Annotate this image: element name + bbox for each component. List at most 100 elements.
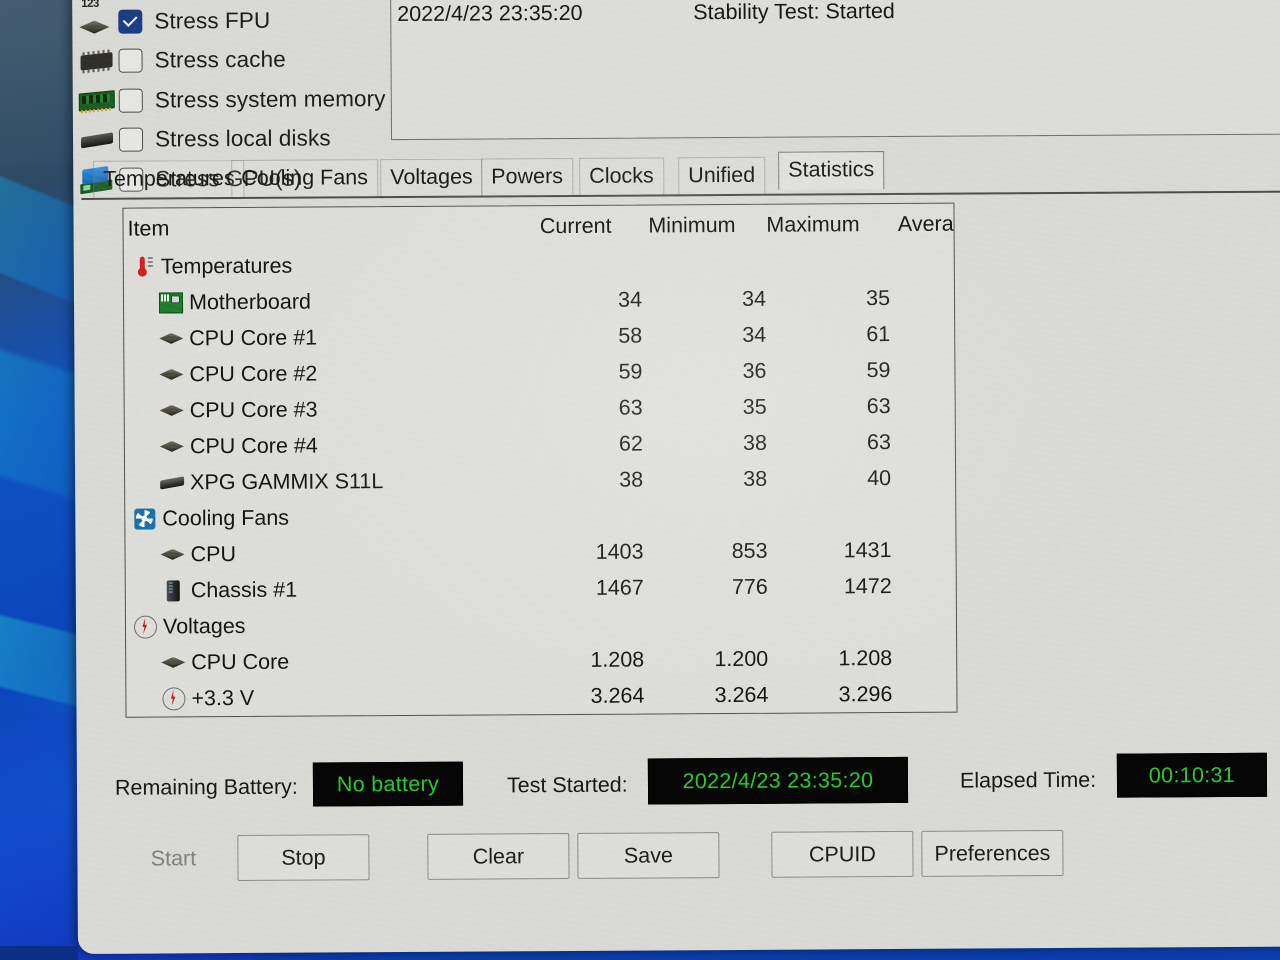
stop-button[interactable]: Stop: [237, 834, 370, 882]
table-item-label: Motherboard: [188, 289, 311, 314]
table-item-label: Voltages: [162, 613, 246, 638]
log-panel[interactable]: 2022/4/23 23:35:20 Stability Test: Start…: [390, 0, 1280, 141]
statistics-table[interactable]: Item Current Minimum Maximum Average Temperat…: [122, 202, 958, 718]
cpu-chip-icon: [159, 399, 185, 421]
preferences-button[interactable]: Preferences: [921, 829, 1064, 877]
cache-chip-icon: [74, 46, 118, 76]
tab-clocks[interactable]: Clocks: [579, 157, 664, 196]
voltage-icon: [132, 615, 158, 639]
table-cell-current: 63: [618, 395, 643, 420]
table-cell-maximum: 63: [866, 429, 891, 454]
table-item-label: CPU Core #4: [189, 433, 318, 458]
table-row[interactable]: CPU 1403 853 14311392: [125, 532, 955, 573]
chassis-icon: [160, 579, 186, 601]
tab-powers[interactable]: Powers: [481, 157, 574, 197]
cpu-die-icon: 123: [74, 0, 118, 36]
table-item-cell: XPG GAMMIX S11L: [129, 468, 519, 495]
stress-option-checkbox[interactable]: [118, 9, 143, 34]
table-cell-current: 3.264: [590, 683, 645, 708]
table-cell-current: 58: [618, 323, 643, 348]
table-row[interactable]: +3.3 V 3.264 3.264 3.2963.273: [126, 676, 958, 717]
table-row[interactable]: XPG GAMMIX S11L 38 38 4039.1: [125, 460, 955, 501]
table-cell-average: [862, 261, 958, 262]
voltage-icon: [160, 686, 186, 710]
column-header-maximum[interactable]: Maximum: [735, 212, 859, 238]
taskbar-edge: [0, 946, 78, 960]
table-item-label: CPU: [190, 541, 237, 566]
table-row[interactable]: Chassis #1 1467 776 14721434: [126, 568, 956, 609]
table-cell-minimum: 3.264: [714, 682, 769, 707]
table-cell-minimum: 34: [742, 322, 767, 347]
log-timestamp: 2022/4/23 23:35:20: [397, 0, 583, 27]
table-cell-minimum: [614, 263, 738, 264]
table-cell-average: 1434: [892, 573, 958, 599]
table-item-label: Cooling Fans: [162, 505, 290, 530]
tab-temperatures[interactable]: Temperatures: [93, 159, 245, 199]
table-row[interactable]: CPU Core #363356361.6: [125, 388, 955, 429]
cpu-chip-icon: [159, 543, 185, 565]
stress-option-row[interactable]: 123 Stress FPU: [74, 0, 404, 42]
table-cell-maximum: 1472: [843, 573, 892, 598]
table-cell-average: 39.1: [891, 465, 958, 491]
stress-option-label: Stress system memory: [154, 85, 386, 113]
log-entry: 2022/4/23 23:35:20 Stability Test: Start…: [391, 0, 1280, 27]
table-row[interactable]: CPU Core1.2081.2001.2081.208: [126, 640, 958, 681]
table-row[interactable]: Motherboard34343534.3: [124, 280, 954, 321]
column-header-average[interactable]: Average: [859, 211, 958, 237]
table-cell-average: 1.208: [892, 645, 957, 671]
start-button: Start: [150, 845, 197, 871]
column-header-current[interactable]: Current: [487, 213, 612, 239]
table-item-label: CPU Core #3: [189, 397, 318, 422]
test-started-value: 2022/4/23 23:35:20: [647, 756, 909, 805]
table-cell-current: 62: [618, 431, 643, 456]
table-item-cell: Chassis #1: [130, 576, 520, 603]
stress-option-checkbox[interactable]: [118, 48, 143, 73]
table-cell-average: [863, 513, 957, 514]
table-group-row[interactable]: Temperatures: [124, 244, 954, 285]
tab-cooling-fans[interactable]: Cooling Fans: [231, 159, 379, 199]
clear-button[interactable]: Clear: [427, 832, 570, 880]
table-cell-current: 34: [618, 287, 643, 312]
table-item-label: XPG GAMMIX S11L: [190, 468, 384, 494]
table-group-row[interactable]: Voltages: [126, 604, 956, 645]
cpuid-button[interactable]: CPUID: [771, 830, 914, 878]
column-header-item[interactable]: Item: [127, 214, 487, 241]
table-cell-maximum: [738, 262, 862, 263]
table-row[interactable]: CPU Core #4 62 38 6361.8: [125, 424, 955, 465]
motherboard-icon: [158, 291, 184, 313]
table-row[interactable]: CPU Core #1 58 34 6157.8: [124, 316, 954, 357]
stress-option-row[interactable]: Stress cache: [74, 39, 404, 81]
cpu-chip-icon: [160, 651, 186, 673]
table-cell-current: 1403: [595, 539, 644, 564]
table-item-cell: Motherboard: [128, 288, 518, 315]
table-item-label: CPU Core: [191, 649, 290, 674]
table-cell-maximum: 3.296: [838, 681, 893, 706]
stress-option-checkbox[interactable]: [118, 127, 144, 152]
table-item-cell: CPU Core #3: [129, 396, 519, 423]
stress-option-checkbox[interactable]: [118, 88, 143, 113]
table-item-cell: CPU Core #1: [128, 324, 518, 351]
table-header-row: Item Current Minimum Maximum Average: [123, 204, 957, 249]
table-cell-current: 1.208: [590, 647, 645, 672]
tab-voltages[interactable]: Voltages: [380, 158, 483, 198]
save-button[interactable]: Save: [577, 832, 720, 879]
table-cell-maximum: 35: [866, 285, 891, 310]
cpu-chip-icon: [158, 363, 184, 385]
column-header-minimum[interactable]: Minimum: [611, 212, 735, 238]
tab-unified[interactable]: Unified: [678, 156, 766, 196]
cpu-chip-icon: [158, 327, 184, 349]
memory-dimm-icon: [75, 85, 119, 115]
stress-option-row[interactable]: Stress system memory: [75, 79, 405, 121]
table-cell-current: 59: [618, 359, 643, 384]
table-cell-maximum: 61: [866, 321, 891, 346]
table-cell-minimum: 34: [742, 286, 767, 311]
tab-statistics[interactable]: Statistics: [778, 151, 885, 190]
table-cell-maximum: 1.208: [838, 645, 893, 670]
button-bar: Start Stop Clear Save CPUID Preferences: [85, 823, 1280, 890]
table-row[interactable]: CPU Core #259365958.1: [124, 352, 954, 393]
cpu-chip-icon: [159, 435, 185, 457]
table-cell-average: 58.1: [890, 357, 957, 383]
table-cell-average: [864, 621, 958, 622]
table-group-row[interactable]: Cooling Fans: [125, 496, 955, 537]
table-cell-minimum: [616, 623, 740, 624]
